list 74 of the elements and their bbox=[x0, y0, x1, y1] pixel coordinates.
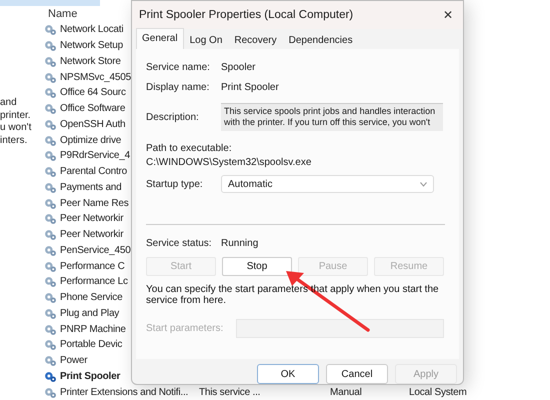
service-name[interactable]: OpenSSH Auth bbox=[60, 118, 126, 130]
gear-icon bbox=[44, 134, 57, 147]
tab[interactable]: General bbox=[136, 28, 184, 49]
chevron-icon bbox=[420, 182, 427, 186]
dialog-button[interactable]: OK bbox=[257, 364, 319, 384]
log-on-as: Local System bbox=[409, 386, 468, 398]
service-name[interactable]: Network Store bbox=[60, 56, 121, 67]
field-label: Service status: bbox=[146, 238, 213, 248]
service-name[interactable]: Peer Networkir bbox=[60, 229, 124, 240]
service-name[interactable]: Peer Name Res bbox=[60, 198, 129, 209]
service-name[interactable]: Office Software bbox=[60, 103, 126, 114]
dialog-button[interactable]: Cancel bbox=[326, 364, 388, 384]
gear-icon bbox=[44, 180, 57, 194]
gear-icon bbox=[44, 338, 57, 352]
service-name[interactable]: Performance C bbox=[60, 260, 125, 272]
service-name[interactable]: Power bbox=[60, 355, 88, 366]
gear-icon bbox=[44, 291, 57, 304]
gear-icon bbox=[44, 86, 57, 100]
field-label: Path to executable: bbox=[146, 143, 233, 154]
description-text: u won't bbox=[0, 122, 32, 135]
description-text: printer. bbox=[0, 110, 32, 122]
path-text: C:\WINDOWS\System32\spoolsv.exe bbox=[146, 157, 312, 168]
gear-icon bbox=[44, 260, 57, 273]
window-title: Print Spooler Properties (Local Computer) bbox=[139, 9, 354, 21]
gear-icon bbox=[44, 244, 57, 257]
field-label: Description: bbox=[146, 112, 200, 122]
gear-icon bbox=[44, 102, 57, 116]
close-button[interactable]: ✕ bbox=[443, 8, 453, 22]
startup-type-dropdown[interactable]: Automatic bbox=[221, 175, 434, 193]
description-box[interactable]: This service spools print jobs and handles interaction with the printer. If you turn off this service, you won't bbox=[221, 103, 443, 131]
service-name[interactable]: Printer Extensions and Notifi... bbox=[60, 386, 196, 398]
gear-icon bbox=[44, 23, 57, 36]
field-label: Start parameters: bbox=[146, 322, 224, 334]
service-name[interactable]: Network Setup bbox=[60, 40, 123, 52]
service-name[interactable]: Performance Lc bbox=[60, 276, 128, 288]
startup-type: Manual bbox=[330, 386, 363, 398]
gear-icon bbox=[44, 322, 57, 336]
gear-icon bbox=[44, 118, 57, 131]
field-value: Spooler bbox=[221, 62, 256, 72]
service-name[interactable]: Plug and Play bbox=[60, 308, 120, 319]
service-name[interactable]: NPSMSvc_4505 bbox=[60, 72, 131, 83]
service-name[interactable]: Phone Service bbox=[60, 292, 122, 304]
field-label: Service name: bbox=[146, 62, 211, 72]
description-text: and bbox=[0, 97, 18, 110]
field-value: Print Spooler bbox=[221, 82, 279, 92]
service-description: This service ... bbox=[199, 386, 262, 398]
service-name[interactable]: Parental Contro bbox=[60, 166, 128, 178]
description-text: inters. bbox=[0, 134, 28, 148]
gear-icon bbox=[44, 196, 57, 210]
service-name[interactable]: Optimize drive bbox=[60, 134, 122, 146]
service-name[interactable]: Network Locati bbox=[60, 24, 124, 36]
gear-icon bbox=[44, 275, 57, 288]
status-value: Running bbox=[221, 238, 258, 248]
gear-icon bbox=[44, 165, 57, 178]
service-button[interactable]: Stop bbox=[222, 257, 292, 276]
gear-icon bbox=[44, 306, 57, 320]
gear-icon bbox=[44, 54, 57, 68]
gear-icon bbox=[44, 354, 57, 368]
service-name[interactable]: Payments and bbox=[60, 182, 122, 193]
service-name[interactable]: P9RdrService_4 bbox=[60, 150, 130, 162]
gear-icon bbox=[44, 228, 57, 242]
service-name[interactable]: Portable Devic bbox=[60, 339, 122, 350]
service-name[interactable]: Print Spooler bbox=[60, 370, 120, 382]
gear-icon bbox=[44, 70, 57, 84]
gear-icon bbox=[44, 39, 57, 52]
service-name[interactable]: PenService_450 bbox=[60, 244, 131, 256]
service-name[interactable]: PNRP Machine bbox=[60, 324, 126, 335]
service-name[interactable]: Office 64 Sourc bbox=[60, 87, 126, 98]
gear-icon bbox=[44, 370, 57, 383]
field-label: Startup type: bbox=[146, 178, 204, 190]
field-label: Display name: bbox=[146, 82, 210, 92]
gear-icon bbox=[44, 212, 57, 226]
gear-icon bbox=[44, 149, 57, 162]
service-name[interactable]: Peer Networkir bbox=[60, 213, 124, 224]
